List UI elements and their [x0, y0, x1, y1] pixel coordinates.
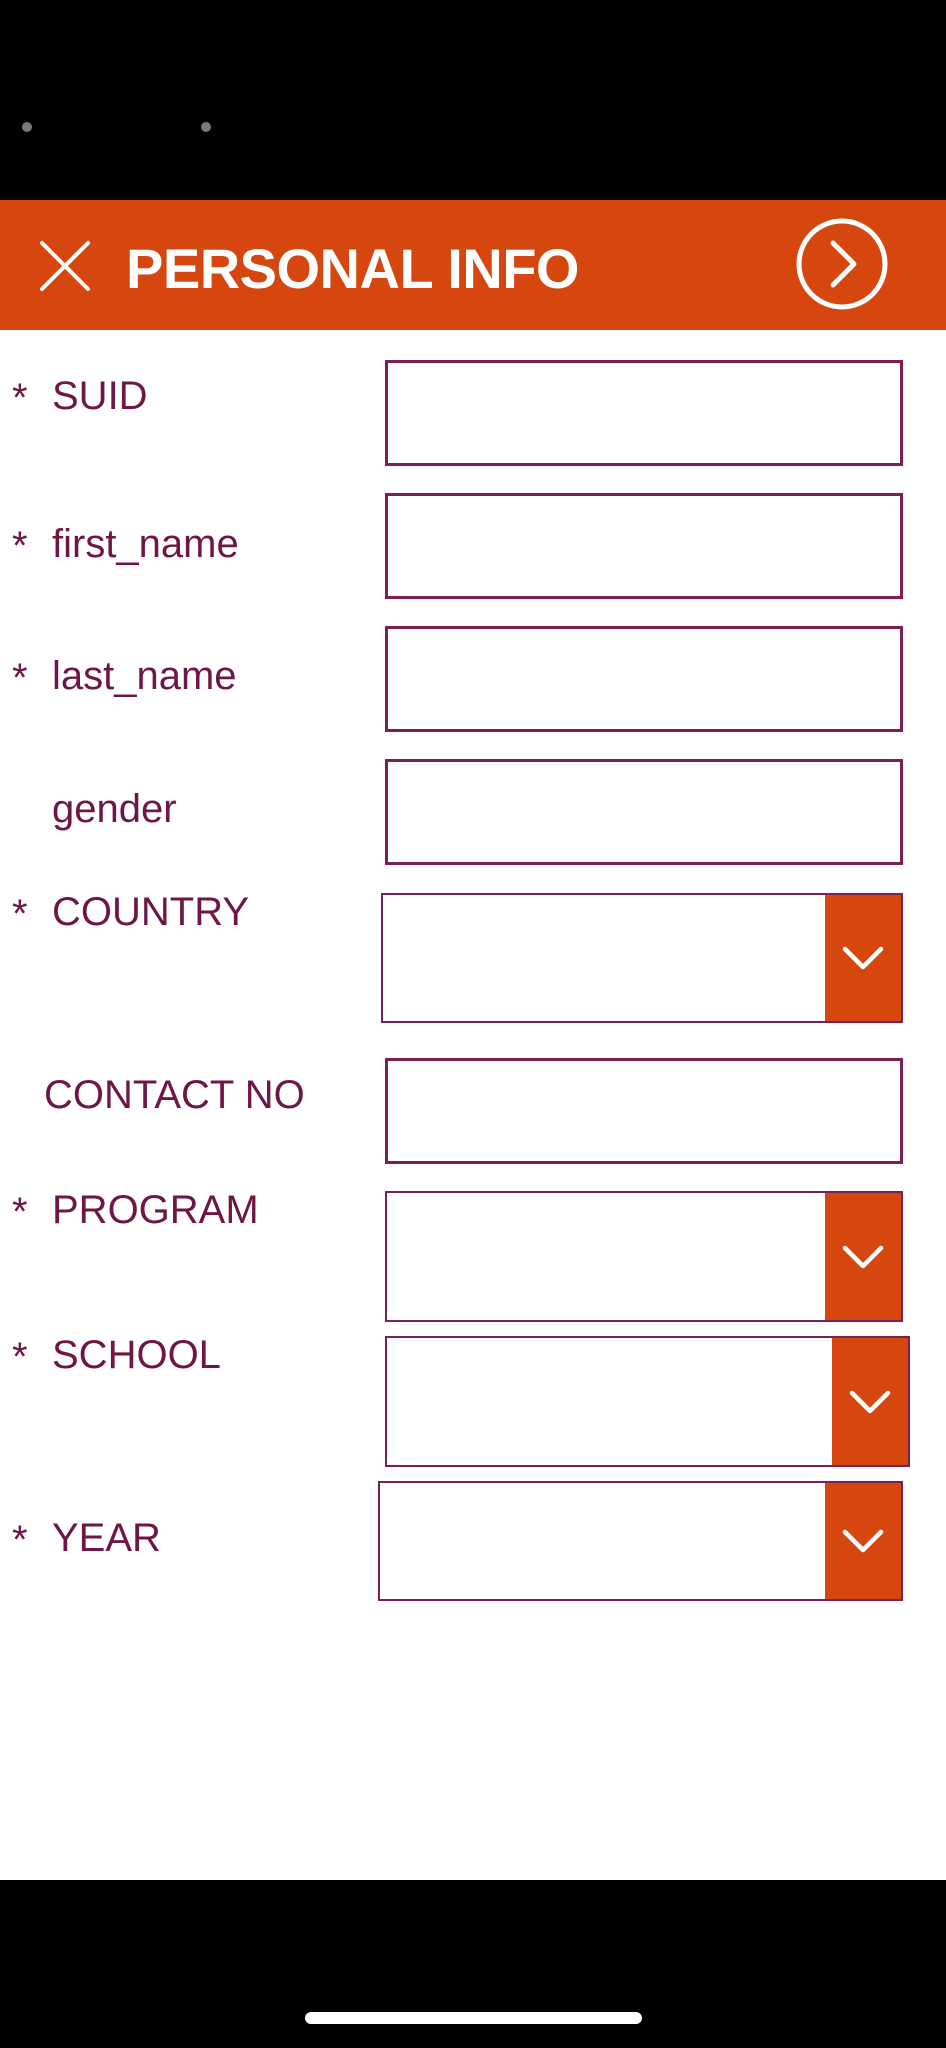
- year-dropdown-button[interactable]: [825, 1483, 901, 1599]
- chevron-right-circle-icon: [796, 218, 888, 310]
- last-name-input[interactable]: [385, 626, 903, 732]
- close-icon: [40, 241, 90, 291]
- required-marker: *: [12, 1335, 28, 1379]
- school-dropdown[interactable]: [385, 1336, 910, 1467]
- chevron-down-icon: [849, 1390, 891, 1413]
- school-dropdown-button[interactable]: [832, 1338, 908, 1465]
- status-dot-icon: [22, 122, 32, 132]
- first-name-label: first_name: [52, 522, 239, 566]
- required-marker: *: [12, 892, 28, 936]
- contact-no-input[interactable]: [385, 1058, 903, 1164]
- close-button[interactable]: [36, 237, 94, 295]
- country-dropdown[interactable]: [381, 893, 903, 1023]
- gender-input[interactable]: [385, 759, 903, 865]
- personal-info-form: * SUID * first_name * last_name gender *…: [0, 330, 946, 1880]
- required-marker: *: [12, 376, 28, 420]
- chevron-down-icon: [842, 946, 884, 970]
- gender-label: gender: [52, 787, 177, 831]
- country-dropdown-button[interactable]: [825, 895, 901, 1021]
- program-dropdown-button[interactable]: [825, 1193, 901, 1320]
- suid-label: SUID: [52, 374, 148, 418]
- suid-input[interactable]: [385, 360, 903, 466]
- required-marker: *: [12, 656, 28, 700]
- last-name-label: last_name: [52, 654, 237, 698]
- required-marker: *: [12, 1190, 28, 1234]
- program-label: PROGRAM: [52, 1188, 259, 1232]
- program-dropdown[interactable]: [385, 1191, 903, 1322]
- page-title: PERSONAL INFO: [126, 237, 579, 300]
- contact-no-label: CONTACT NO: [44, 1073, 305, 1117]
- year-label: YEAR: [52, 1516, 161, 1560]
- country-label: COUNTRY: [52, 890, 250, 934]
- first-name-input[interactable]: [385, 493, 903, 599]
- status-bar: [0, 0, 946, 200]
- chevron-down-icon: [842, 1529, 884, 1553]
- chevron-down-icon: [842, 1245, 884, 1268]
- school-label: SCHOOL: [52, 1333, 221, 1377]
- required-marker: *: [12, 524, 28, 568]
- year-dropdown[interactable]: [378, 1481, 903, 1601]
- status-dot-icon: [201, 122, 211, 132]
- required-marker: *: [12, 1518, 28, 1562]
- home-indicator[interactable]: [305, 2012, 642, 2024]
- next-button[interactable]: [795, 217, 889, 311]
